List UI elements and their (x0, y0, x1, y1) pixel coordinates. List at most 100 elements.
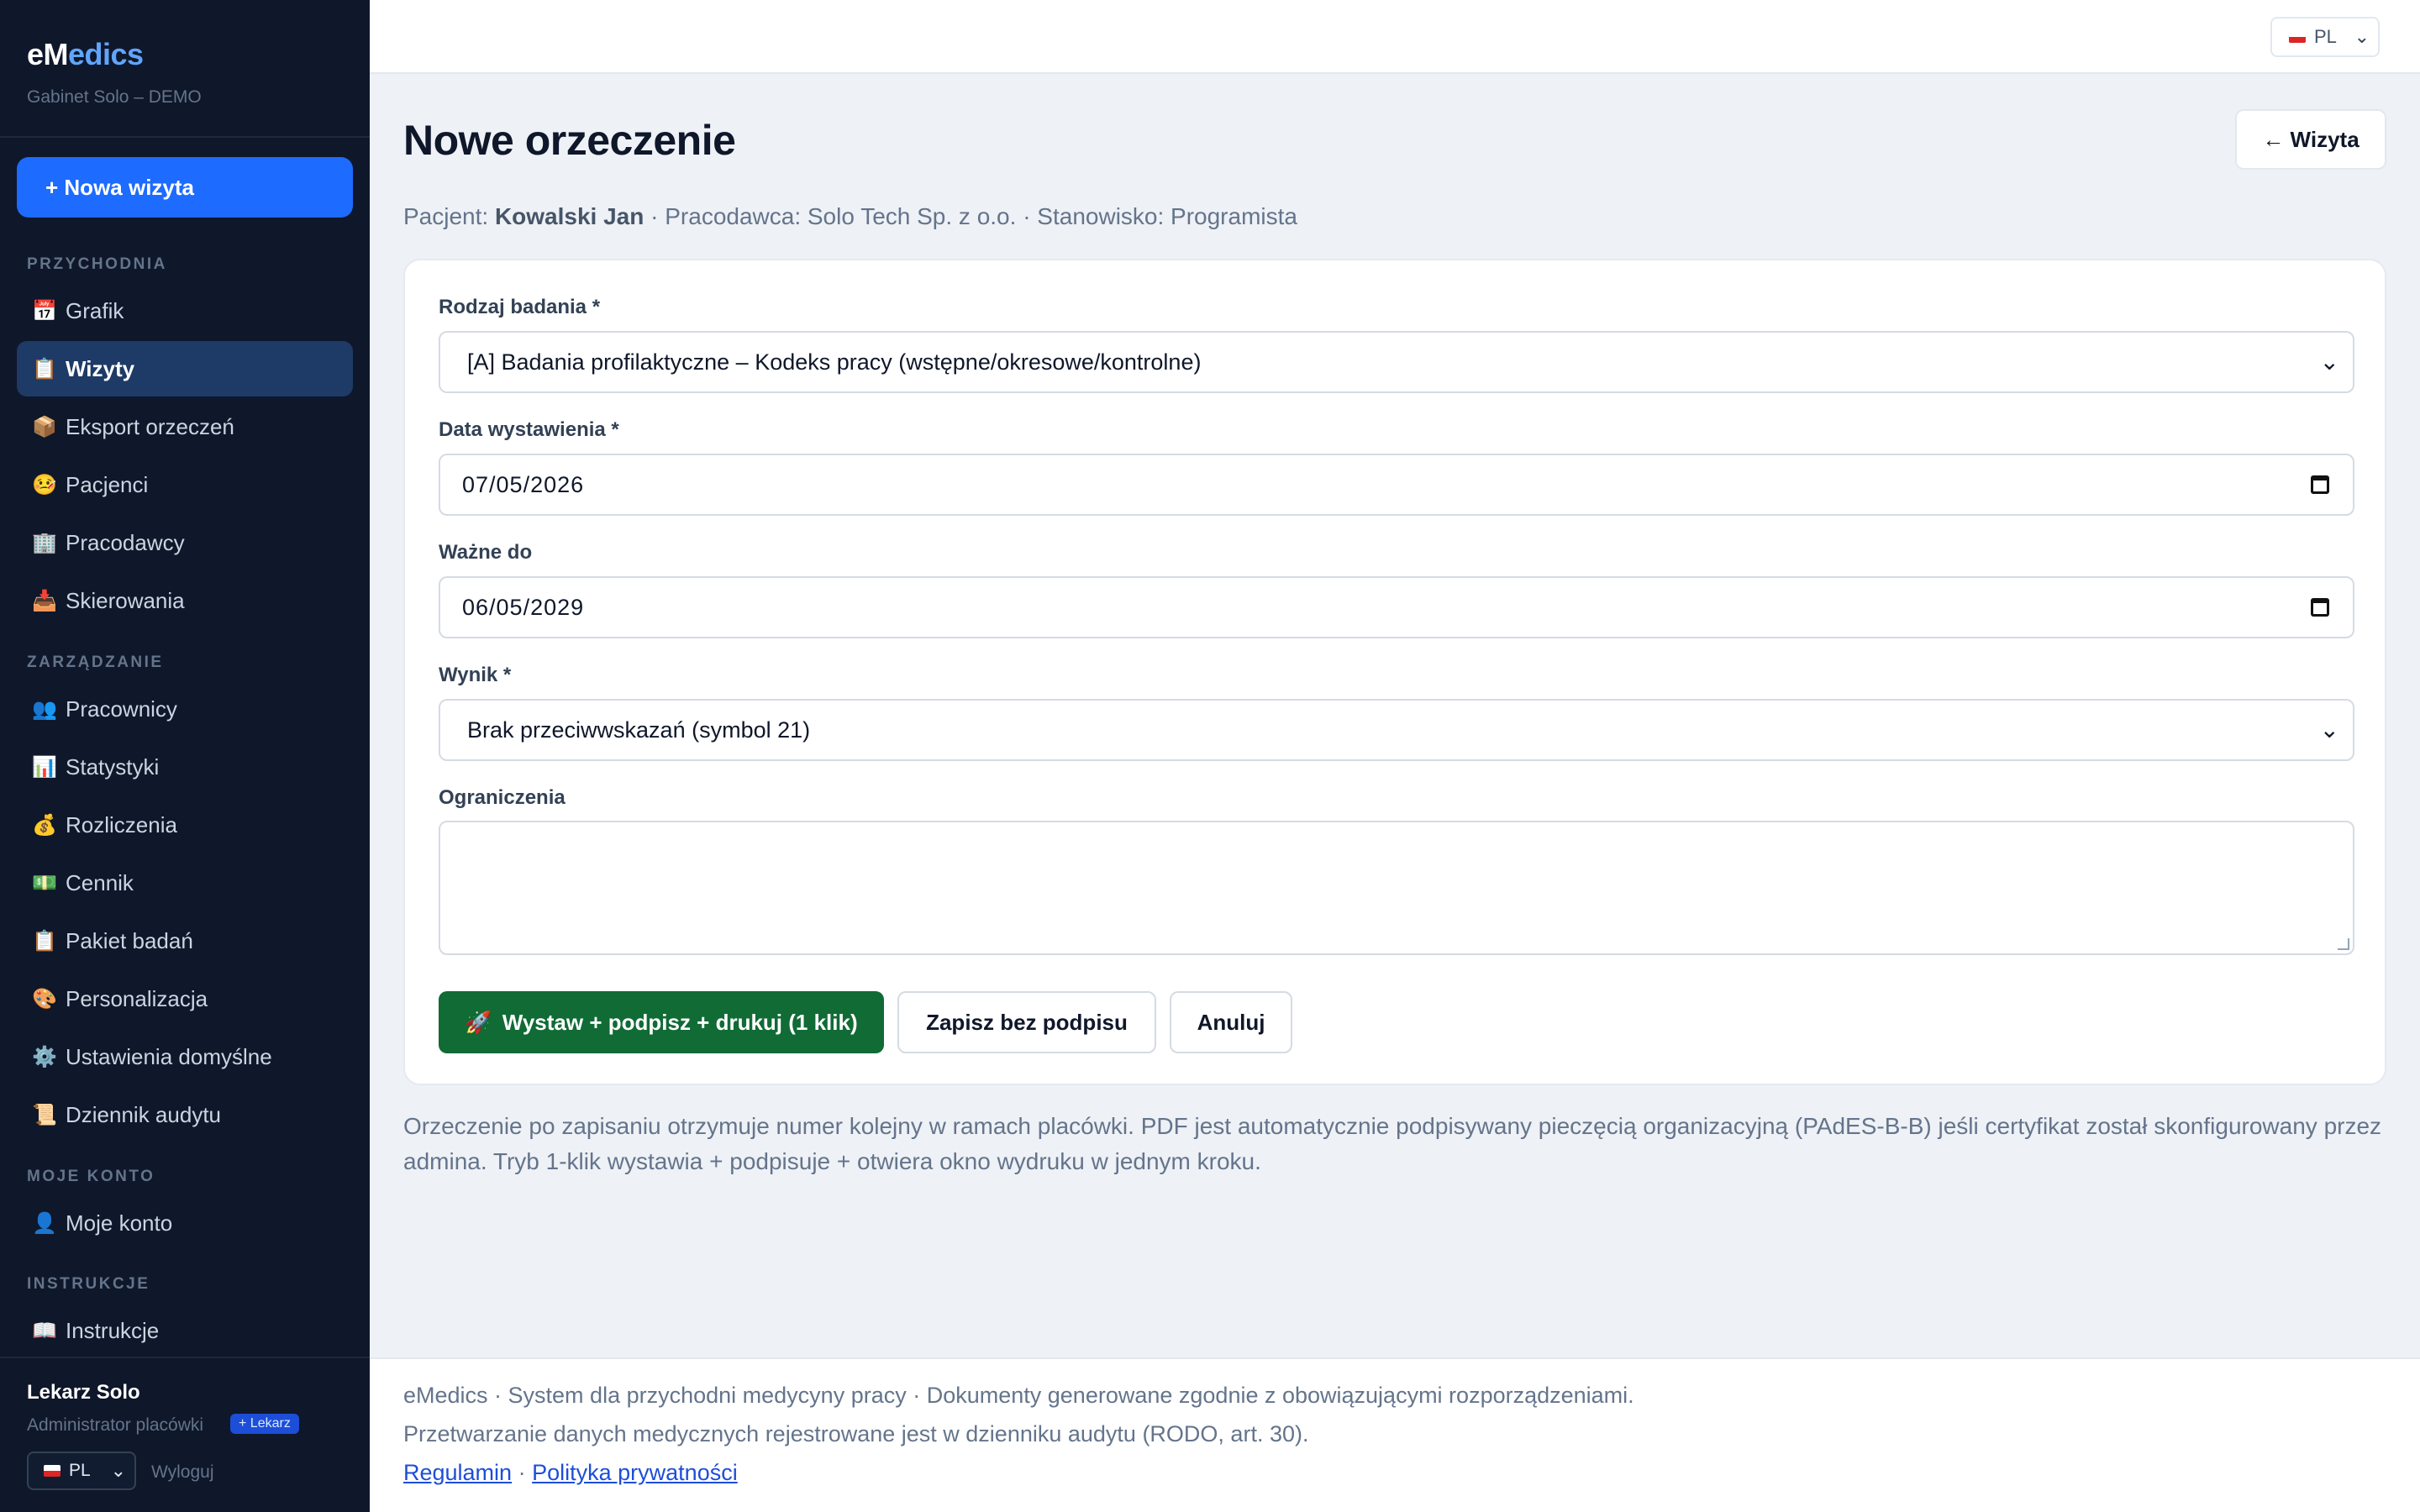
language-code: PL (2314, 26, 2337, 47)
patient-face-icon: 🤒 (32, 473, 57, 496)
valid-until-input[interactable]: 06/05/2029 (439, 576, 2354, 638)
certificate-form-card: Rodzaj badania * [A] Badania profilaktyc… (403, 259, 2386, 1085)
footer-line-1: eMedics · System dla przychodni medycyny… (403, 1383, 1634, 1408)
sidebar-item-instructions[interactable]: 📖 Instrukcje (17, 1303, 353, 1358)
employer-position: · Pracodawca: Solo Tech Sp. z o.o. · Sta… (650, 203, 1297, 229)
sidebar-divider (0, 136, 370, 138)
issue-sign-print-label: Wystaw + podpisz + drukuj (1 klik) (502, 1009, 858, 1035)
terms-link[interactable]: Regulamin (403, 1460, 512, 1485)
sidebar-item-label: Skierowania (66, 587, 185, 613)
sidebar-item-statistics[interactable]: 📊 Statystyki (17, 739, 353, 795)
exam-type-label: Rodzaj badania * (439, 296, 601, 318)
sidebar-item-label: Cennik (66, 869, 134, 895)
brand-accent: edics (68, 37, 144, 71)
open-book-icon: 📖 (32, 1319, 57, 1342)
chevron-down-icon: ⌄ (2319, 717, 2339, 743)
restrictions-label: Ograniczenia (439, 786, 566, 809)
save-without-signature-button[interactable]: Zapisz bez podpisu (897, 991, 1156, 1053)
issue-date-value: 07/05/2026 (462, 471, 585, 497)
sidebar-item-label: Grafik (66, 297, 124, 323)
footer-separator: · (518, 1460, 526, 1485)
poland-flag-icon (2289, 31, 2306, 43)
cancel-button[interactable]: Anuluj (1170, 991, 1292, 1053)
back-to-visit-button[interactable]: ← Wizyta (2235, 109, 2386, 170)
top-language-select[interactable]: PL ⌄ (2270, 17, 2380, 57)
sidebar-item-referrals[interactable]: 📥 Skierowania (17, 573, 353, 628)
sidebar-item-label: Pacjenci (66, 471, 149, 497)
info-text: Orzeczenie po zapisaniu otrzymuje numer … (403, 1113, 2382, 1174)
page-title: Nowe orzeczenie (403, 117, 736, 164)
poland-flag-icon (44, 1465, 60, 1477)
app-logo[interactable]: eMedics (27, 37, 144, 72)
sidebar-item-label: Pracownicy (66, 696, 177, 722)
gear-icon: ⚙️ (32, 1045, 57, 1068)
people-icon: 👥 (32, 697, 57, 721)
user-icon: 👤 (32, 1211, 57, 1235)
brand-prefix: eM (27, 37, 69, 71)
user-name: Lekarz Solo (27, 1381, 140, 1404)
sidebar-item-staff[interactable]: 👥 Pracownicy (17, 681, 353, 737)
role-badge: + Lekarz (230, 1414, 299, 1434)
sidebar-item-label: Eksport orzeczeń (66, 413, 234, 439)
palette-icon: 🎨 (32, 987, 57, 1011)
sidebar-item-my-account[interactable]: 👤 Moje konto (17, 1195, 353, 1251)
calendar-icon[interactable] (2311, 475, 2329, 494)
sidebar-item-employers[interactable]: 🏢 Pracodawcy (17, 515, 353, 570)
valid-until-label: Ważne do (439, 541, 533, 564)
patient-prefix: Pacjent: (403, 203, 489, 229)
clipboard-icon: 📋 (32, 357, 57, 381)
section-label-clinic: PRZYCHODNIA (27, 255, 167, 273)
sidebar-item-label: Pakiet badań (66, 927, 193, 953)
calendar-icon: 📅 (32, 299, 57, 323)
office-building-icon: 🏢 (32, 531, 57, 554)
chevron-down-icon: ⌄ (2354, 26, 2370, 47)
sidebar-item-default-settings[interactable]: ⚙️ Ustawienia domyślne (17, 1029, 353, 1084)
calendar-icon[interactable] (2311, 598, 2329, 617)
result-select[interactable]: Brak przeciwwskazań (symbol 21) ⌄ (439, 699, 2354, 761)
sidebar-item-label: Wizyty (66, 355, 135, 381)
sidebar-item-patients[interactable]: 🤒 Pacjenci (17, 457, 353, 512)
chevron-down-icon: ⌄ (2319, 349, 2339, 375)
sidebar-item-exam-package[interactable]: 📋 Pakiet badań (17, 913, 353, 969)
new-visit-button[interactable]: + Nowa wizyta (17, 157, 353, 218)
result-value: Brak przeciwwskazań (symbol 21) (467, 717, 811, 743)
privacy-policy-link[interactable]: Polityka prywatności (532, 1460, 738, 1485)
user-role: Administrator placówki (27, 1415, 204, 1435)
scroll-icon: 📜 (32, 1103, 57, 1126)
sidebar-item-schedule[interactable]: 📅 Grafik (17, 283, 353, 339)
sidebar-language-select[interactable]: PL ⌄ (27, 1452, 136, 1490)
sidebar-item-label: Ustawienia domyślne (66, 1043, 272, 1069)
language-code: PL (69, 1461, 91, 1480)
clipboard-icon: 📋 (32, 929, 57, 953)
section-label-management: ZARZĄDZANIE (27, 654, 164, 671)
sidebar-item-export[interactable]: 📦 Eksport orzeczeń (17, 399, 353, 454)
sidebar-item-pricelist[interactable]: 💵 Cennik (17, 855, 353, 911)
sidebar-footer-divider (0, 1357, 370, 1358)
sidebar-item-audit-log[interactable]: 📜 Dziennik audytu (17, 1087, 353, 1142)
sidebar: eMedics Gabinet Solo – DEMO + Nowa wizyt… (0, 0, 370, 1512)
sidebar-item-visits[interactable]: 📋 Wizyty (17, 341, 353, 396)
exam-type-select[interactable]: [A] Badania profilaktyczne – Kodeks prac… (439, 331, 2354, 393)
footer-links: Regulamin · Polityka prywatności (403, 1460, 738, 1486)
resize-handle-icon[interactable] (2338, 938, 2349, 950)
package-icon: 📦 (32, 415, 57, 438)
result-label: Wynik * (439, 664, 512, 686)
exam-type-value: [A] Badania profilaktyczne – Kodeks prac… (467, 349, 1202, 375)
rocket-icon: 🚀 (465, 1009, 492, 1035)
sidebar-item-label: Rozliczenia (66, 811, 177, 837)
sidebar-item-label: Personalizacja (66, 985, 208, 1011)
bar-chart-icon: 📊 (32, 755, 57, 779)
valid-until-value: 06/05/2029 (462, 594, 585, 620)
chevron-down-icon: ⌄ (110, 1460, 126, 1481)
sidebar-item-personalization[interactable]: 🎨 Personalizacja (17, 971, 353, 1026)
issue-sign-print-button[interactable]: 🚀 Wystaw + podpisz + drukuj (1 klik) (439, 991, 884, 1053)
issue-date-label: Data wystawienia * (439, 418, 619, 441)
footer-line-2: Przetwarzanie danych medycznych rejestro… (403, 1421, 1309, 1446)
patient-name: Kowalski Jan (494, 203, 644, 229)
banknote-icon: 💵 (32, 871, 57, 895)
issue-date-input[interactable]: 07/05/2026 (439, 454, 2354, 516)
sidebar-item-billing[interactable]: 💰 Rozliczenia (17, 797, 353, 853)
logout-link[interactable]: Wyloguj (151, 1462, 214, 1483)
patient-meta: Pacjent: Kowalski Jan · Pracodawca: Solo… (403, 203, 1297, 230)
restrictions-textarea[interactable] (439, 821, 2354, 955)
